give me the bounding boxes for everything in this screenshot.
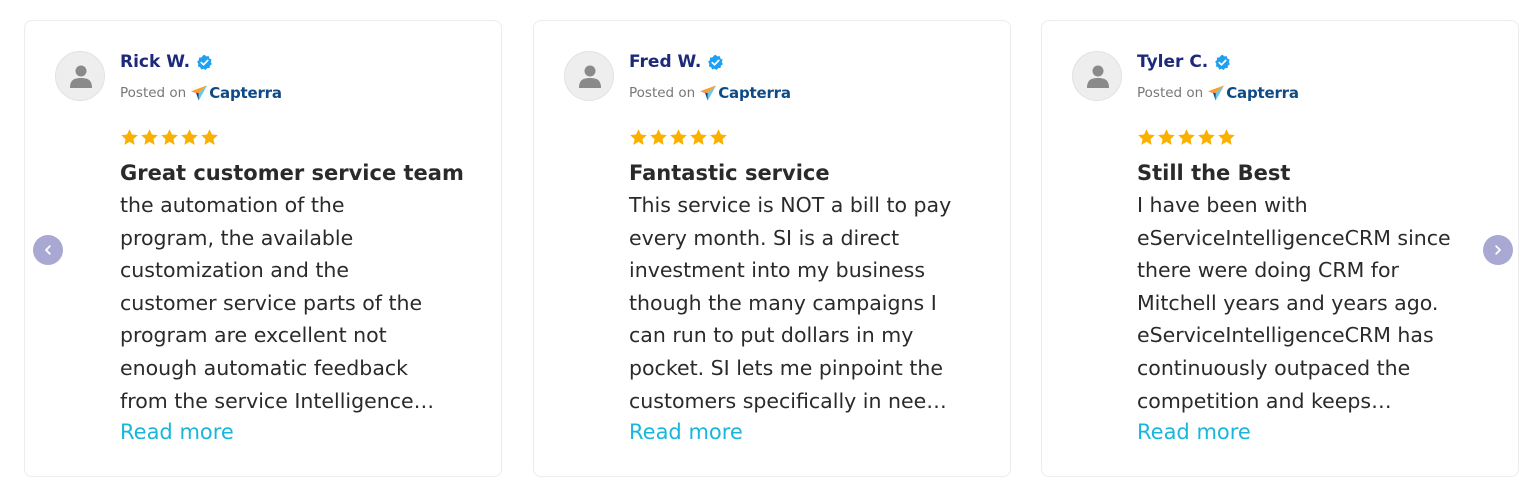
star-icon — [161, 129, 178, 145]
star-icon — [201, 129, 218, 145]
avatar — [1072, 51, 1122, 101]
review-card: Tyler C. Posted on Capterra Still the Be… — [1041, 20, 1519, 477]
review-card: Fred W. Posted on Capterra Fantastic ser… — [533, 20, 1011, 477]
reviews-carousel: Rick W. Posted on Capterra Great custome… — [0, 0, 1537, 500]
verified-badge-icon — [1215, 54, 1231, 70]
star-icon — [690, 129, 707, 145]
chevron-right-icon — [1495, 245, 1501, 255]
review-title: Still the Best — [1137, 161, 1291, 185]
reviewer-name: Tyler C. — [1137, 52, 1209, 72]
platform-name: Capterra — [209, 84, 282, 102]
review-title: Fantastic service — [629, 161, 830, 185]
star-icon — [1218, 129, 1235, 145]
capterra-logo-icon — [700, 85, 717, 101]
star-icon — [710, 129, 727, 145]
verified-badge-icon — [708, 54, 724, 70]
avatar — [564, 51, 614, 101]
star-icon — [670, 129, 687, 145]
review-text: This service is NOT a bill to pay every … — [629, 193, 952, 413]
star-icon — [1158, 129, 1175, 145]
star-icon — [1138, 129, 1155, 145]
posted-on-label: Posted on — [629, 85, 696, 101]
capterra-logo-icon — [191, 85, 208, 101]
avatar — [55, 51, 105, 101]
reviewer-name: Rick W. — [120, 52, 191, 72]
star-rating — [1137, 128, 1237, 148]
carousel-next-button[interactable] — [1483, 235, 1513, 265]
user-icon — [1087, 65, 1109, 88]
star-icon — [1198, 129, 1215, 145]
carousel-prev-button[interactable] — [33, 235, 63, 265]
star-rating — [629, 128, 729, 148]
review-text: I have been with eServiceIntelligenceCRM… — [1137, 193, 1451, 413]
capterra-logo-icon — [1208, 85, 1225, 101]
review-card: Rick W. Posted on Capterra Great custome… — [24, 20, 502, 477]
star-icon — [650, 129, 667, 145]
platform-name: Capterra — [1226, 84, 1299, 102]
posted-on-label: Posted on — [120, 85, 187, 101]
posted-on-label: Posted on — [1137, 85, 1204, 101]
read-more-link[interactable]: Read more — [1137, 417, 1251, 447]
star-icon — [1178, 129, 1195, 145]
star-icon — [630, 129, 647, 145]
review-text: the automation of the program, the avail… — [120, 193, 435, 413]
star-icon — [141, 129, 158, 145]
review-title: Great customer service team — [120, 161, 464, 185]
star-rating — [120, 128, 220, 148]
user-icon — [70, 65, 92, 88]
reviewer-name: Fred W. — [629, 52, 702, 72]
star-icon — [181, 129, 198, 145]
chevron-left-icon — [45, 245, 51, 255]
verified-badge-icon — [197, 54, 212, 70]
read-more-link[interactable]: Read more — [120, 417, 234, 447]
user-icon — [579, 65, 601, 88]
platform-name: Capterra — [718, 84, 791, 102]
star-icon — [121, 129, 138, 145]
read-more-link[interactable]: Read more — [629, 417, 743, 447]
